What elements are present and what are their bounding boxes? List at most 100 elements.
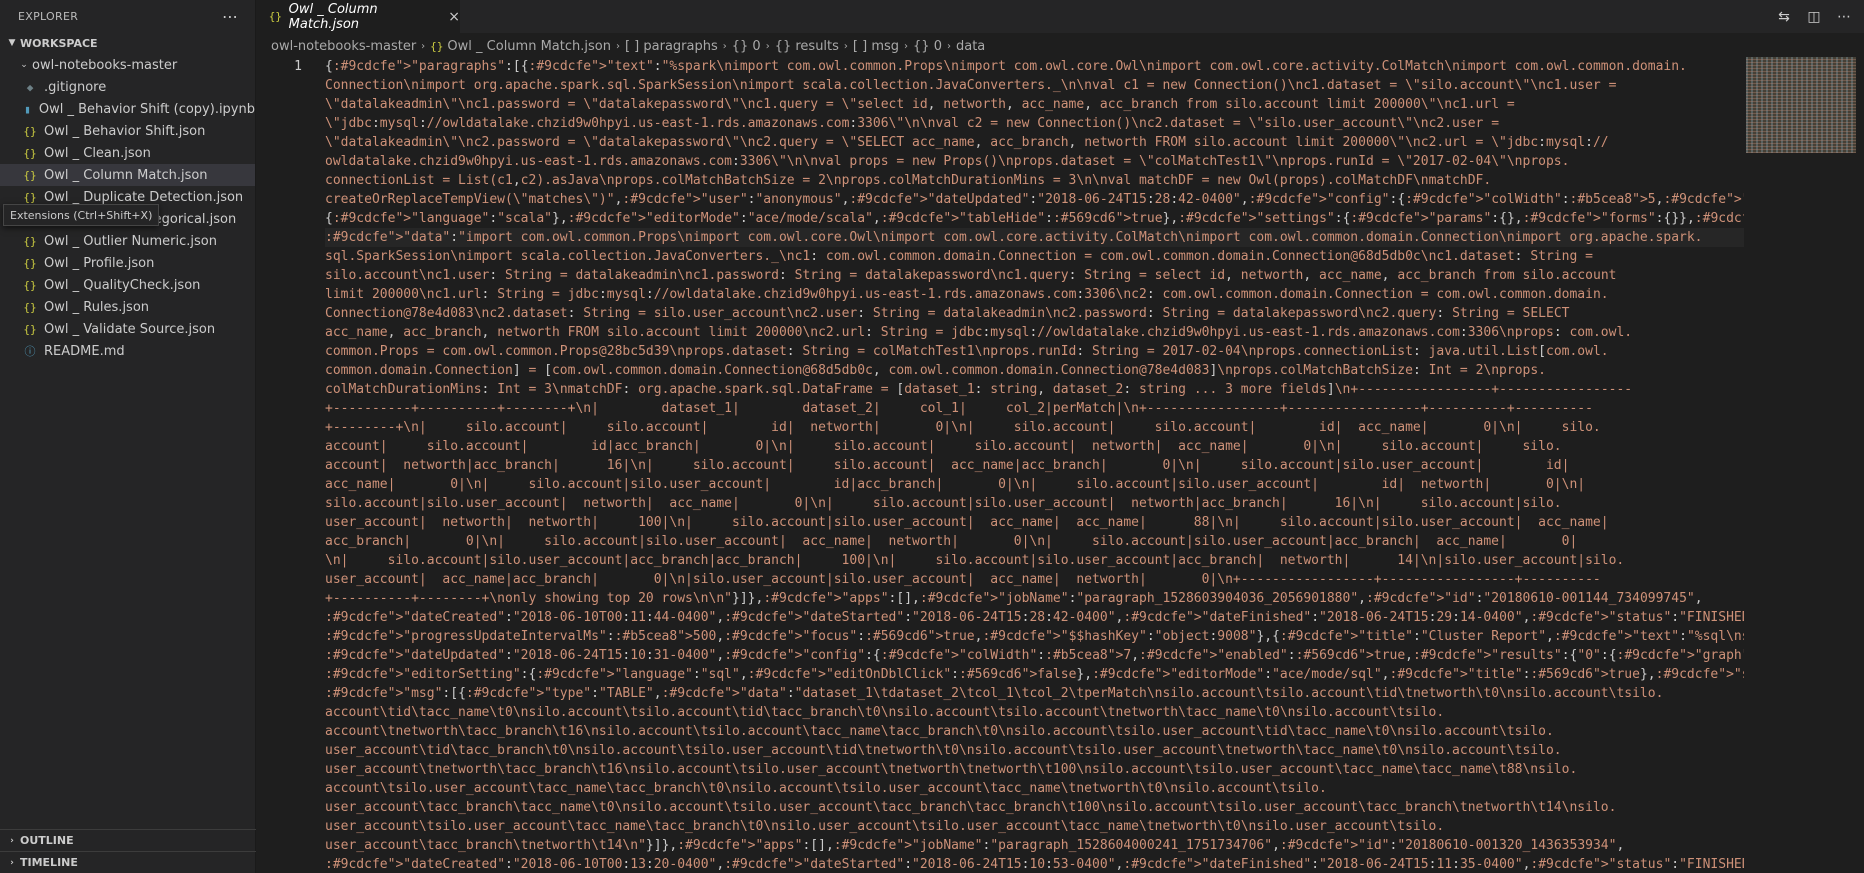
workspace-label: WORKSPACE [20, 36, 98, 50]
open-changes-icon[interactable]: ⇆ [1774, 9, 1794, 25]
file-label: Owl _ Column Match.json [44, 167, 208, 183]
file-item[interactable]: {} Owl _ QualityCheck.json [0, 274, 255, 296]
editor-actions: ⇆ ◫ ⋯ [1774, 0, 1854, 33]
outline-section-header[interactable]: › OUTLINE [0, 829, 256, 851]
chevron-right-icon: › [10, 857, 14, 868]
code-line: account| silo.account| id|acc_branch| 0|… [325, 439, 1562, 454]
more-actions-icon[interactable]: ⋯ [1834, 9, 1854, 25]
code-line: :#9cdcfe">"progressUpdateIntervalMs"::#b… [325, 629, 1744, 644]
code-line: user_account\tsilo.user_account\tacc_nam… [325, 819, 1445, 834]
code-line: \"jdbc:mysql://owldatalake.chzid9w0hpyi.… [325, 116, 1500, 131]
git-icon: ◆ [26, 80, 34, 94]
code-line: acc_name, acc_branch, networth FROM silo… [325, 325, 1633, 340]
file-item[interactable]: {} Owl _ Clean.json [0, 142, 255, 164]
breadcrumb-item[interactable]: owl-notebooks-master [271, 39, 416, 54]
json-icon: {} [23, 234, 37, 248]
json-icon: {} [23, 300, 37, 314]
code-line: user_account\tacc_branch\tacc_name\t0\ns… [325, 800, 1617, 815]
json-icon: {} [23, 168, 37, 182]
file-item[interactable]: {} Owl _ Profile.json [0, 252, 255, 274]
json-icon: {} [23, 146, 37, 160]
code-line: user_account| acc_name|acc_branch| 0|\n|… [325, 572, 1601, 587]
chevron-right-icon: › [10, 835, 14, 846]
file-item[interactable]: {} Owl _ Behavior Shift.json [0, 120, 255, 142]
code-editor[interactable]: 1 {:#9cdcfe">"paragraphs":[{:#9cdcfe">"t… [256, 57, 1744, 873]
code-line: account| networth|acc_branch| 16|\n| sil… [325, 458, 1570, 473]
timeline-label: TIMELINE [20, 856, 78, 869]
file-label: Owl _ Profile.json [44, 255, 155, 271]
breadcrumb-item[interactable]: [ ] msg [853, 39, 899, 54]
code-line: {:#9cdcfe">"paragraphs":[{:#9cdcfe">"tex… [325, 59, 1687, 74]
code-line: +----------+----------+--------+\n| data… [325, 401, 1593, 416]
explorer-sidebar: EXPLORER ⋯ ▼ WORKSPACE ⌄ owl-notebooks-m… [0, 0, 256, 873]
chevron-down-icon: ⌄ [20, 60, 28, 70]
info-icon: ⓘ [24, 345, 36, 358]
code-line: acc_name| 0|\n| silo.account|silo.user_a… [325, 477, 1586, 492]
code-line: account\tnetworth\tacc_branch\t16\nsilo.… [325, 724, 1554, 739]
file-label: Owl _ Rules.json [44, 299, 150, 315]
code-line: user_account\tacc_branch\tnetworth\t14\n… [325, 838, 1625, 853]
file-item[interactable]: {} Owl _ Validate Source.json [0, 318, 255, 340]
code-line: connectionList = List(c1,c2).asJava\npro… [325, 173, 1492, 188]
breadcrumb-item[interactable]: {} results [775, 39, 839, 54]
file-item[interactable]: {} Owl _ Rules.json [0, 296, 255, 318]
code-line: +--------+\n| silo.account| silo.account… [325, 420, 1601, 435]
explorer-title: EXPLORER [18, 9, 79, 23]
file-label: Owl _ Clean.json [44, 145, 151, 161]
code-line: silo.account|silo.user_account| networth… [325, 496, 1562, 511]
code-line: sql.SparkSession\nimport scala.collectio… [325, 249, 1593, 264]
code-content[interactable]: {:#9cdcfe">"paragraphs":[{:#9cdcfe">"tex… [325, 57, 1744, 873]
breadcrumb-item[interactable]: {} 0 [913, 39, 942, 54]
more-icon[interactable]: ⋯ [222, 7, 239, 26]
file-item[interactable]: ▮ Owl _ Behavior Shift (copy).ipynb [0, 98, 255, 120]
code-line: :#9cdcfe">"dateCreated":"2018-06-10T00:1… [325, 610, 1744, 625]
close-icon[interactable]: × [448, 9, 460, 25]
folder-owl-notebooks-master[interactable]: ⌄ owl-notebooks-master [0, 54, 255, 76]
json-icon: {} [23, 124, 37, 138]
file-item[interactable]: {} Owl _ Outlier Numeric.json [0, 230, 255, 252]
json-icon: {} [23, 190, 37, 204]
json-icon: {} [23, 256, 37, 270]
code-line: \"datalakeadmin\"\nc2.password = \"datal… [325, 135, 1609, 150]
breadcrumb-item[interactable]: [ ] paragraphs [625, 39, 718, 54]
code-line: :#9cdcfe">"dateUpdated":"2018-06-24T15:1… [325, 648, 1744, 663]
code-line: :#9cdcfe">"data":"import com.owl.common.… [325, 228, 1744, 247]
chevron-right-icon: › [421, 40, 426, 52]
file-item[interactable]: ⓘ README.md [0, 340, 255, 362]
code-line: \n| silo.account|silo.user_account|acc_b… [325, 553, 1625, 568]
line-number: 1 [294, 59, 302, 74]
file-label: Owl _ Behavior Shift (copy).ipynb [38, 101, 255, 117]
chevron-right-icon: › [615, 40, 620, 52]
file-label: .gitignore [44, 79, 107, 95]
outline-label: OUTLINE [20, 834, 74, 847]
minimap-slider[interactable] [1746, 57, 1856, 153]
chevron-right-icon: › [843, 40, 848, 52]
code-line: user_account\tnetworth\tacc_branch\t16\n… [325, 762, 1578, 777]
file-item[interactable]: ◆ .gitignore [0, 76, 255, 98]
split-editor-icon[interactable]: ◫ [1804, 9, 1824, 25]
file-item[interactable]: {} Owl _ Column Match.json [0, 164, 255, 186]
explorer-header: EXPLORER ⋯ [0, 0, 255, 32]
code-line: :#9cdcfe">"msg":[{:#9cdcfe">"type":"TABL… [325, 686, 1664, 701]
extensions-tooltip: Extensions (Ctrl+Shift+X) [3, 204, 160, 226]
code-line: acc_branch| 0|\n| silo.account|silo.user… [325, 534, 1578, 549]
folder-name: owl-notebooks-master [32, 57, 178, 73]
file-label: Owl _ Duplicate Detection.json [44, 189, 244, 205]
code-line: createOrReplaceTempView(\"matches\")",:#… [325, 192, 1744, 207]
tab-column-match[interactable]: {} Owl _ Column Match.json × [256, 0, 460, 33]
chevron-right-icon: › [765, 40, 770, 52]
breadcrumb-item[interactable]: Owl _ Column Match.json [447, 39, 611, 54]
code-line: +----------+--------+\nonly showing top … [325, 591, 1703, 606]
code-line: account\tsilo.user_account\tacc_name\tac… [325, 781, 1327, 796]
json-icon: {} [23, 278, 37, 292]
timeline-section-header[interactable]: › TIMELINE [0, 851, 256, 873]
code-line: :#9cdcfe">"editorSetting":{:#9cdcfe">"la… [325, 667, 1744, 682]
chevron-down-icon: ▼ [8, 38, 16, 48]
workspace-section-header[interactable]: ▼ WORKSPACE [0, 32, 255, 54]
breadcrumb-item[interactable]: data [956, 39, 985, 54]
file-label: README.md [44, 343, 125, 359]
tab-bar: {} Owl _ Column Match.json × ⇆ ◫ ⋯ [256, 0, 1864, 33]
code-line: common.Props = com.owl.common.Props@28bc… [325, 344, 1609, 359]
code-line: common.domain.Connection] = [com.owl.com… [325, 363, 1547, 378]
breadcrumb-item[interactable]: {} 0 [732, 39, 761, 54]
